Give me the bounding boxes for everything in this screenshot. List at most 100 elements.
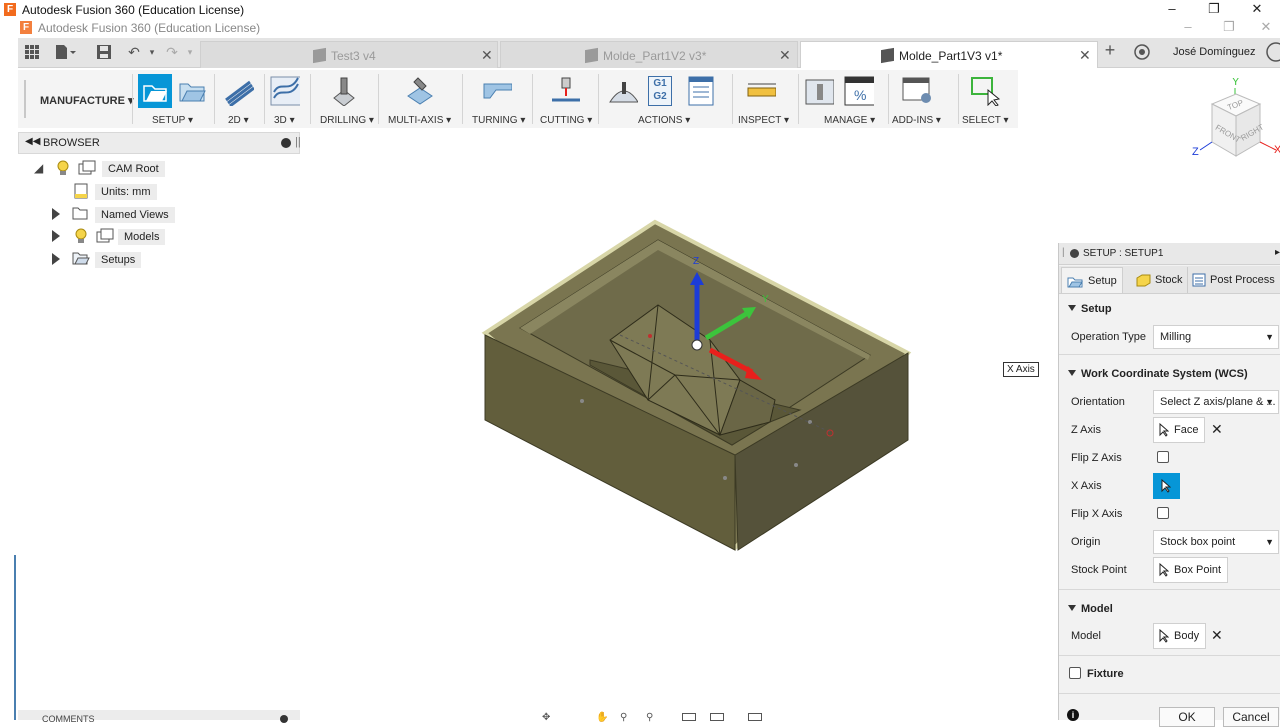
setup-sheet-icon[interactable] — [176, 76, 206, 106]
expand-triangle-icon[interactable] — [52, 253, 60, 265]
dialog-expand-icon[interactable]: ▸ — [1275, 247, 1280, 258]
dialog-titlebar[interactable]: | SETUP : SETUP1 ▸ — [1059, 243, 1280, 265]
restore-icon[interactable]: ❐ — [1219, 18, 1239, 36]
orientation-select[interactable]: Select Z axis/plane & ... ▼ — [1153, 390, 1279, 414]
close-tab-icon[interactable]: ✕ — [481, 47, 493, 64]
file-menu-icon[interactable] — [54, 44, 76, 60]
tree-item-cam-root[interactable]: ◢ CAM Root — [34, 158, 294, 178]
job-status-icon[interactable] — [1134, 44, 1150, 60]
multi-axis-icon[interactable] — [404, 76, 434, 106]
comments-panel[interactable]: COMMENTS — [18, 710, 300, 724]
drilling-menu[interactable]: DRILLING ▾ — [320, 115, 374, 126]
tab-post-process[interactable]: Post Process — [1187, 267, 1279, 293]
visibility-bulb-icon[interactable] — [74, 228, 88, 244]
cutting-icon[interactable] — [550, 76, 580, 106]
redo-icon[interactable]: ↷ — [164, 44, 180, 60]
viewcube[interactable]: Y TOP FRONT RIGHT X Z — [1190, 78, 1280, 168]
panel-grip[interactable]: || — [295, 136, 301, 148]
minimize-icon[interactable]: – — [1178, 18, 1198, 36]
stock-point-selection[interactable]: Box Point — [1153, 557, 1229, 583]
info-icon[interactable]: i — [1067, 709, 1079, 721]
select-icon[interactable] — [970, 76, 1000, 106]
fixture-checkbox[interactable] — [1069, 667, 1081, 679]
section-fixture[interactable]: Fixture — [1059, 660, 1280, 688]
browser-header[interactable]: ◀◀ BROWSER || — [18, 132, 301, 154]
operation-type-select[interactable]: Milling ▼ — [1153, 325, 1279, 349]
tab-stock[interactable]: Stock — [1127, 267, 1185, 293]
post-process-icon[interactable]: G1 G2 — [648, 76, 672, 106]
clear-z-axis-icon[interactable]: ✕ — [1211, 421, 1223, 438]
undo-icon[interactable]: ↶ — [126, 44, 142, 60]
new-tab-icon[interactable]: + — [1102, 41, 1118, 59]
add-ins-menu[interactable]: ADD-INS ▾ — [892, 115, 941, 126]
workspace-switcher[interactable]: MANUFACTURE ▾ — [40, 94, 134, 107]
origin-select[interactable]: Stock box point ▼ — [1153, 530, 1279, 554]
clear-model-icon[interactable]: ✕ — [1211, 627, 1223, 644]
vertex-point[interactable] — [723, 476, 727, 480]
model-viewport[interactable]: Z Y — [470, 210, 930, 560]
z-axis-selection[interactable]: Face — [1153, 417, 1206, 443]
fit-icon[interactable]: ⚲ — [646, 712, 653, 723]
section-wcs[interactable]: Work Coordinate System (WCS) — [1059, 360, 1280, 388]
drill-icon[interactable] — [328, 76, 358, 106]
orbit-icon[interactable]: ✥ — [542, 712, 550, 723]
x-axis-select-button[interactable] — [1153, 473, 1180, 499]
multi-axis-menu[interactable]: MULTI-AXIS ▾ — [388, 115, 451, 126]
tab-molde-part1v3[interactable]: Molde_Part1V3 v1* ✕ — [800, 41, 1098, 68]
pan-icon[interactable]: ✋ — [596, 712, 608, 723]
close-icon[interactable]: ✕ — [1256, 18, 1276, 36]
turning-icon[interactable] — [482, 76, 512, 106]
select-menu[interactable]: SELECT ▾ — [962, 115, 1009, 126]
redo-dropdown-icon[interactable]: ▾ — [182, 44, 198, 60]
comments-options-icon[interactable] — [280, 715, 288, 723]
user-name[interactable]: José Domínguez — [1173, 46, 1256, 58]
expand-triangle-icon[interactable] — [52, 230, 60, 242]
vertex-point[interactable] — [794, 463, 798, 467]
section-setup[interactable]: Setup — [1059, 295, 1280, 323]
cutting-menu[interactable]: CUTTING ▾ — [540, 115, 592, 126]
tool-library-icon[interactable] — [804, 76, 834, 106]
expand-triangle-icon[interactable]: ◢ — [34, 158, 43, 178]
tree-item-setups[interactable]: Setups — [34, 249, 294, 269]
flip-z-checkbox[interactable] — [1157, 451, 1169, 463]
section-model[interactable]: Model — [1059, 595, 1280, 623]
undo-dropdown-icon[interactable]: ▾ — [144, 44, 160, 60]
expand-triangle-icon[interactable] — [52, 208, 60, 220]
inspect-menu[interactable]: INSPECT ▾ — [738, 115, 789, 126]
setup-menu[interactable]: SETUP ▾ — [152, 115, 193, 126]
flip-x-checkbox[interactable] — [1157, 507, 1169, 519]
scripts-addins-icon[interactable] — [902, 76, 932, 106]
tab-molde-part1v2[interactable]: Molde_Part1V2 v3* ✕ — [500, 41, 798, 68]
visibility-bulb-icon[interactable] — [56, 160, 70, 176]
app-grid-icon[interactable] — [24, 44, 40, 60]
turning-menu[interactable]: TURNING ▾ — [472, 115, 525, 126]
browser-options-icon[interactable] — [281, 138, 291, 148]
tree-item-named-views[interactable]: Named Views — [34, 204, 294, 224]
help-icon[interactable] — [1266, 42, 1280, 62]
collapse-browser-icon[interactable]: ◀◀ — [25, 136, 40, 147]
3d-menu[interactable]: 3D ▾ — [274, 115, 295, 126]
post-library-icon[interactable]: % — [844, 76, 874, 106]
measure-icon[interactable] — [746, 76, 776, 106]
save-icon[interactable] — [96, 44, 112, 60]
close-icon[interactable]: ✕ — [1247, 0, 1267, 18]
3d-adaptive-icon[interactable] — [270, 76, 300, 106]
actions-menu[interactable]: ACTIONS ▾ — [638, 115, 690, 126]
setup-icon[interactable] — [138, 74, 172, 108]
setup-sheet-doc-icon[interactable] — [688, 76, 718, 106]
vertex-point[interactable] — [580, 399, 584, 403]
tab-setup[interactable]: Setup — [1061, 267, 1123, 293]
manage-menu[interactable]: MANAGE ▾ — [824, 115, 875, 126]
triad-origin[interactable] — [691, 339, 703, 351]
2d-menu[interactable]: 2D ▾ — [228, 115, 249, 126]
2d-adaptive-icon[interactable] — [224, 76, 254, 106]
close-tab-icon[interactable]: ✕ — [779, 47, 791, 64]
restore-icon[interactable]: ❐ — [1204, 0, 1224, 18]
tree-item-models[interactable]: Models — [34, 226, 294, 246]
model-selection[interactable]: Body — [1153, 623, 1207, 649]
zoom-icon[interactable]: ⚲ — [620, 712, 627, 723]
tab-test3[interactable]: Test3 v4 ✕ — [200, 41, 498, 68]
tree-item-units[interactable]: Units: mm — [34, 181, 294, 201]
simulate-icon[interactable] — [608, 76, 638, 106]
minimize-icon[interactable]: – — [1162, 0, 1182, 18]
